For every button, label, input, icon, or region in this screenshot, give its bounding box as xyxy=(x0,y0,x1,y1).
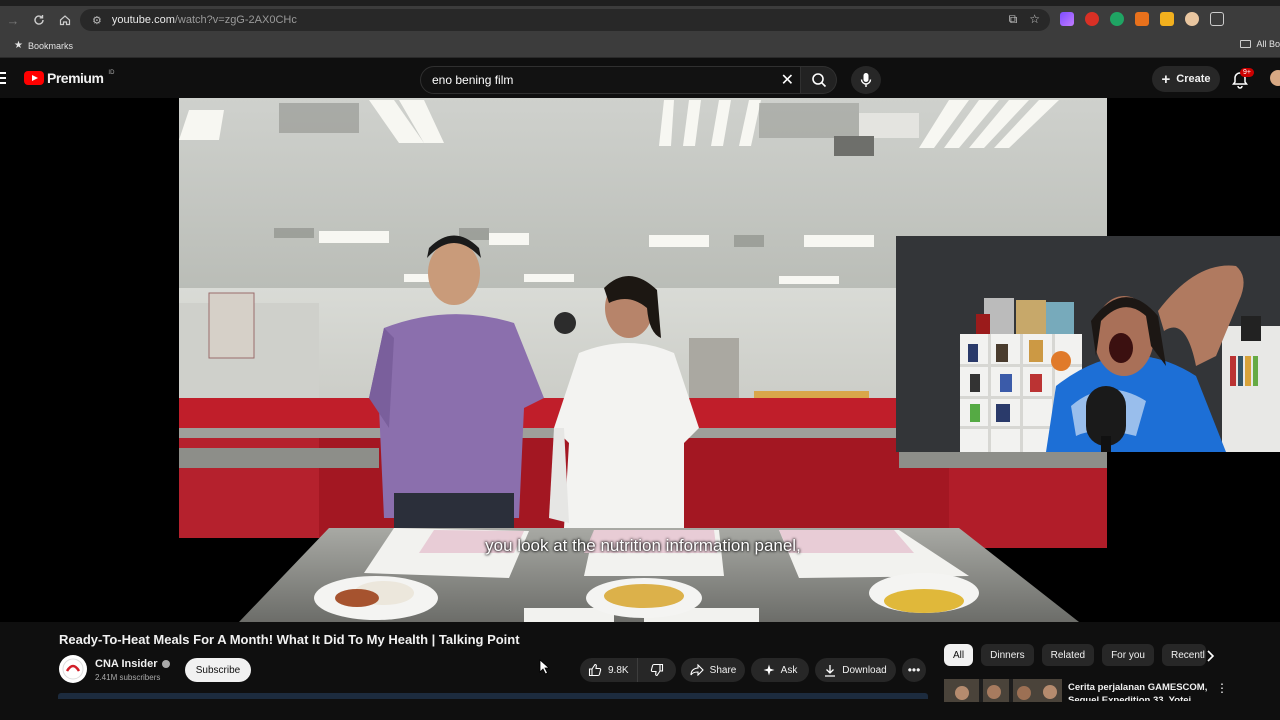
video-title: Ready-To-Heat Meals For A Month! What It… xyxy=(59,632,520,647)
create-label: Create xyxy=(1176,73,1211,85)
chip-related[interactable]: Related xyxy=(1041,644,1095,666)
logo-region: ID xyxy=(108,70,115,76)
reload-button[interactable] xyxy=(26,7,52,33)
extension-face-icon[interactable] xyxy=(1185,12,1199,26)
youtube-premium-logo[interactable]: Premium ID xyxy=(24,70,114,86)
youtube-play-icon xyxy=(24,71,44,85)
share-button[interactable]: Share xyxy=(681,658,745,682)
subscriber-count: 2.41M subscribers xyxy=(95,673,161,682)
bookmark-star-icon[interactable]: ☆ xyxy=(1029,12,1040,27)
video-subtitle: you look at the nutrition information pa… xyxy=(485,536,801,555)
search-icon xyxy=(811,73,826,88)
more-horizontal-icon: ••• xyxy=(907,663,921,677)
extensions-bar xyxy=(1060,12,1280,26)
webcam-scene xyxy=(896,236,1280,452)
bookmarks-folder[interactable]: ★ Bookmarks xyxy=(14,40,73,51)
ask-label: Ask xyxy=(780,664,798,676)
webcam-overlay xyxy=(896,236,1280,452)
folder-icon xyxy=(1240,40,1252,48)
chip-recently[interactable]: Recentl xyxy=(1161,644,1206,666)
bookmarks-label: Bookmarks xyxy=(27,40,73,51)
more-vertical-icon[interactable]: ⋮ xyxy=(1216,681,1228,695)
bookmarks-bar: ★ Bookmarks All Bo xyxy=(0,34,1280,58)
verified-icon xyxy=(161,660,170,668)
share-label: Share xyxy=(709,664,737,676)
recommendation-chips: All Dinners Related For you Recentl xyxy=(944,644,1206,666)
create-button[interactable]: + Create xyxy=(1152,66,1220,92)
cna-logo-icon xyxy=(62,658,84,680)
plus-icon: + xyxy=(1161,70,1171,88)
home-icon xyxy=(59,15,71,26)
hamburger-menu-icon[interactable] xyxy=(0,72,6,84)
ask-button[interactable]: Ask xyxy=(751,658,809,682)
search-button[interactable] xyxy=(801,66,837,94)
more-actions-button[interactable]: ••• xyxy=(902,658,926,682)
download-icon xyxy=(825,664,836,677)
video-details: Ready-To-Heat Meals For A Month! What It… xyxy=(0,622,1280,720)
logo-text: Premium xyxy=(47,70,104,86)
forward-button[interactable]: → xyxy=(0,7,26,33)
share-icon xyxy=(690,664,704,676)
youtube-header: Premium ID eno bening film ✕ + Create 9+ xyxy=(0,58,1280,98)
related-video-title[interactable]: Cerita perjalanan GAMESCOM, Sequel Exped… xyxy=(1068,681,1208,701)
extension-red-icon[interactable] xyxy=(1085,12,1099,26)
notification-badge: 9+ xyxy=(1240,68,1254,77)
channel-avatar[interactable] xyxy=(59,655,87,683)
dislike-button[interactable] xyxy=(638,663,676,677)
chip-all[interactable]: All xyxy=(944,644,974,666)
browser-toolbar: → ⚙ youtube.com/watch?v=zgG-2AX0CHc ⧉ ☆ xyxy=(0,6,1280,34)
related-video-thumbnail[interactable] xyxy=(944,679,1062,702)
install-app-icon[interactable]: ⧉ xyxy=(1009,12,1018,27)
home-button[interactable] xyxy=(52,7,78,33)
voice-search-button[interactable] xyxy=(851,66,881,94)
extension-pen-icon[interactable] xyxy=(1060,12,1074,26)
thumbs-up-icon xyxy=(588,663,602,677)
all-bookmarks[interactable]: All Bo xyxy=(1240,39,1280,49)
channel-name[interactable]: CNA Insider xyxy=(95,658,170,670)
thumbs-down-icon xyxy=(650,663,664,677)
site-settings-icon[interactable]: ⚙ xyxy=(92,14,102,27)
search-query: eno bening film xyxy=(432,73,514,87)
sparkle-icon xyxy=(763,664,775,676)
extension-yellow-icon[interactable] xyxy=(1160,12,1174,26)
reload-icon xyxy=(34,15,44,25)
chip-dinners[interactable]: Dinners xyxy=(981,644,1034,666)
like-button[interactable]: 9.8K xyxy=(580,658,638,682)
download-label: Download xyxy=(842,664,887,676)
extension-leaf-icon[interactable] xyxy=(1135,12,1149,26)
address-bar[interactable]: ⚙ youtube.com/watch?v=zgG-2AX0CHc ⧉ ☆ xyxy=(80,9,1050,31)
url-text: youtube.com/watch?v=zgG-2AX0CHc xyxy=(111,14,297,26)
like-dislike-group: 9.8K xyxy=(580,658,676,682)
clear-search-icon[interactable]: ✕ xyxy=(781,70,794,90)
like-count: 9.8K xyxy=(608,664,629,676)
download-button[interactable]: Download xyxy=(815,658,896,682)
account-avatar[interactable] xyxy=(1270,70,1280,86)
search-input[interactable]: eno bening film ✕ xyxy=(420,66,801,94)
chip-for-you[interactable]: For you xyxy=(1102,644,1154,666)
extensions-puzzle-icon[interactable] xyxy=(1210,12,1224,26)
chevron-right-icon[interactable] xyxy=(1202,648,1218,664)
extension-green-icon[interactable] xyxy=(1110,12,1124,26)
video-player[interactable]: you look at the nutrition information pa… xyxy=(0,98,1280,622)
all-bookmarks-label: All Bo xyxy=(1256,39,1280,49)
thumbnail-image xyxy=(944,679,1062,702)
channel-name-text: CNA Insider xyxy=(95,658,158,670)
mouse-cursor-icon xyxy=(539,659,551,675)
subscribe-button[interactable]: Subscribe xyxy=(185,658,251,682)
description-box[interactable] xyxy=(58,693,928,699)
bookmark-star-icon: ★ xyxy=(14,40,23,51)
microphone-icon xyxy=(860,73,872,87)
